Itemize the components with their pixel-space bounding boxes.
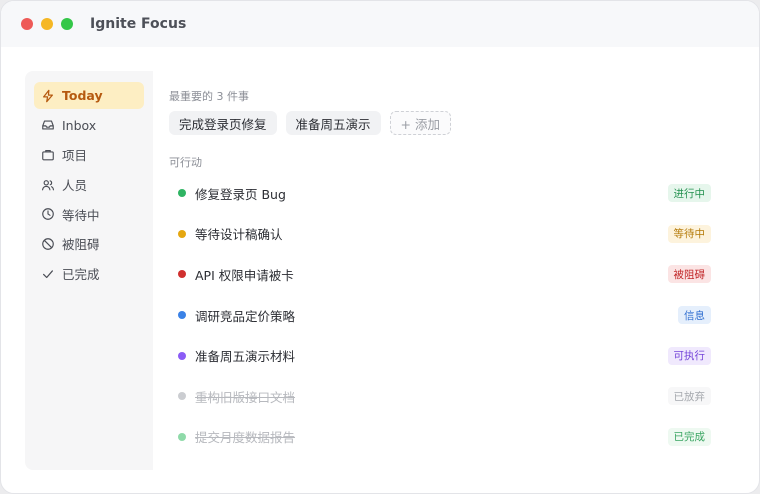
status-dot <box>178 270 186 279</box>
zoom-window-button[interactable] <box>61 18 73 30</box>
status-badge[interactable]: 已完成 <box>667 427 711 446</box>
task-title: 调研竞品定价策略 <box>195 308 296 324</box>
briefcase-icon <box>42 149 54 161</box>
top3-heading: 最重要的 3 件事 <box>169 90 249 103</box>
sidebar-item-inbox[interactable]: Inbox <box>34 112 144 139</box>
task-row[interactable]: 调研竞品定价策略 信息 <box>169 295 715 336</box>
task-title: 等待设计稿确认 <box>195 227 283 243</box>
sidebar-item-label: Today <box>62 88 103 103</box>
status-badge[interactable]: 信息 <box>678 306 711 325</box>
task-row[interactable]: 等待设计稿确认 等待中 <box>169 214 715 255</box>
top3-chip[interactable]: 准备周五演示 <box>285 111 381 135</box>
task-title: 准备周五演示材料 <box>195 349 296 365</box>
task-row[interactable]: API 权限申请被卡 被阻碍 <box>169 254 715 295</box>
sidebar-item-today[interactable]: Today <box>34 82 144 109</box>
status-dot <box>178 189 186 198</box>
status-dot <box>178 311 186 320</box>
sidebar: Today Inbox 项目 人员 等待中 被阻碍 已完成 <box>25 71 153 470</box>
task-title: 重构旧版接口文档 <box>195 389 296 405</box>
sidebar-item-label: 项目 <box>62 148 88 164</box>
task-title: 修复登录页 Bug <box>195 186 286 202</box>
task-row[interactable]: 重构旧版接口文档 已放弃 <box>169 376 715 417</box>
task-row[interactable]: 提交月度数据报告 已完成 <box>169 417 715 458</box>
bolt-icon <box>43 89 53 102</box>
sidebar-item-label: 已完成 <box>62 267 100 283</box>
check-icon <box>43 269 53 278</box>
title-bar: Ignite Focus <box>1 1 759 47</box>
status-badge[interactable]: 等待中 <box>667 224 711 243</box>
inbox-icon <box>42 120 54 130</box>
status-badge[interactable]: 被阻碍 <box>667 265 711 284</box>
minimize-window-button[interactable] <box>41 18 53 30</box>
task-title: API 权限申请被卡 <box>195 267 294 283</box>
sidebar-item-waiting[interactable]: 等待中 <box>34 201 144 228</box>
sidebar-item-done[interactable]: 已完成 <box>34 260 144 287</box>
app-window: Ignite Focus Today Inbox 项目 人员 等待中 被阻碍 已… <box>0 0 760 494</box>
status-dot <box>178 229 186 238</box>
app-title: Ignite Focus <box>90 16 187 32</box>
sidebar-item-label: Inbox <box>62 117 97 133</box>
close-window-button[interactable] <box>21 18 33 30</box>
actions-heading: 可行动 <box>169 156 202 169</box>
task-row[interactable]: 修复登录页 Bug 进行中 <box>169 173 715 214</box>
people-icon <box>42 179 54 190</box>
sidebar-item-label: 等待中 <box>62 207 100 223</box>
top3-chips: 完成登录页修复 准备周五演示 + 添加 <box>169 111 460 135</box>
task-list: 修复登录页 Bug 进行中 等待设计稿确认 等待中 API 权限申请被卡 被阻碍… <box>169 173 715 457</box>
status-dot <box>178 392 186 401</box>
sidebar-item-projects[interactable]: 项目 <box>34 141 144 168</box>
sidebar-item-label: 被阻碍 <box>62 237 100 253</box>
status-badge[interactable]: 已放弃 <box>667 387 711 406</box>
sidebar-item-people[interactable]: 人员 <box>34 171 144 198</box>
task-title: 提交月度数据报告 <box>195 430 296 446</box>
task-row[interactable]: 准备周五演示材料 可执行 <box>169 335 715 376</box>
add-top3-button[interactable]: + 添加 <box>389 111 451 135</box>
sidebar-item-label: 人员 <box>62 178 88 194</box>
status-badge[interactable]: 进行中 <box>667 184 711 203</box>
clock-icon <box>42 208 54 221</box>
status-dot <box>178 432 186 441</box>
blocked-icon <box>42 238 54 250</box>
status-dot <box>178 351 186 360</box>
top3-chip[interactable]: 完成登录页修复 <box>169 111 277 135</box>
sidebar-item-blocked[interactable]: 被阻碍 <box>34 230 144 257</box>
status-badge[interactable]: 可执行 <box>667 346 711 365</box>
